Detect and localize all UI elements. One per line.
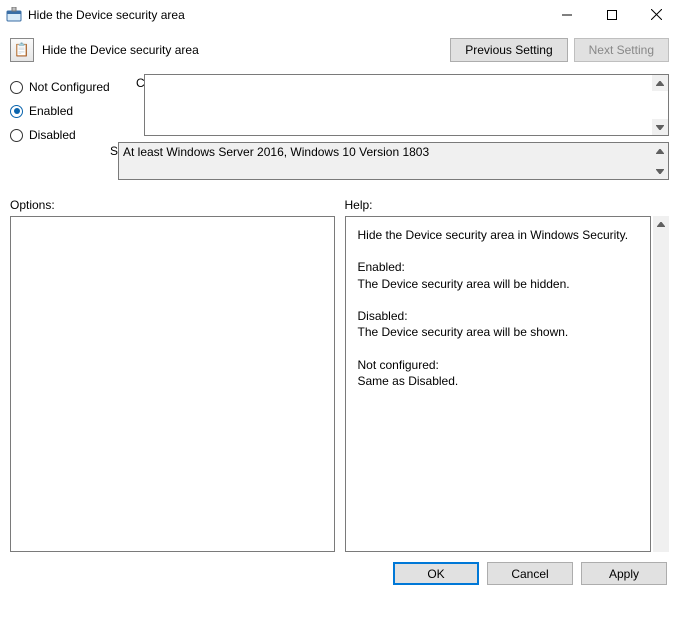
help-text: Hide the Device security area in Windows… [358,227,639,389]
radio-icon [10,129,23,142]
comment-textarea[interactable] [145,75,668,135]
comment-field[interactable] [144,74,669,136]
minimize-button[interactable] [544,0,589,29]
window-titlebar: Hide the Device security area [0,0,679,30]
scroll-up-icon[interactable] [652,75,668,91]
cancel-button[interactable]: Cancel [487,562,573,585]
help-label: Help: [345,198,670,212]
dialog-buttons: OK Cancel Apply [0,552,679,595]
scroll-up-icon[interactable] [652,143,668,159]
window-title: Hide the Device security area [28,8,544,22]
radio-icon [10,105,23,118]
help-panel: Hide the Device security area in Windows… [345,216,652,552]
previous-setting-button[interactable]: Previous Setting [450,38,567,62]
next-setting-button[interactable]: Next Setting [574,38,669,62]
policy-icon: 📋 [10,38,34,62]
help-scrollbar[interactable] [653,216,669,552]
radio-label: Enabled [29,104,73,118]
maximize-button[interactable] [589,0,634,29]
policy-header: 📋 Hide the Device security area Previous… [0,30,679,70]
ok-button[interactable]: OK [393,562,479,585]
radio-label: Not Configured [29,80,110,94]
policy-name: Hide the Device security area [42,43,450,57]
scroll-down-icon[interactable] [652,163,668,179]
supported-on-field [118,142,669,180]
apply-button[interactable]: Apply [581,562,667,585]
radio-icon [10,81,23,94]
scroll-up-icon[interactable] [653,216,669,232]
options-label: Options: [10,198,335,212]
scroll-down-icon[interactable] [652,119,668,135]
app-icon [6,7,22,23]
close-button[interactable] [634,0,679,29]
supported-on-text [119,143,668,179]
options-panel [10,216,335,552]
radio-label: Disabled [29,128,76,142]
